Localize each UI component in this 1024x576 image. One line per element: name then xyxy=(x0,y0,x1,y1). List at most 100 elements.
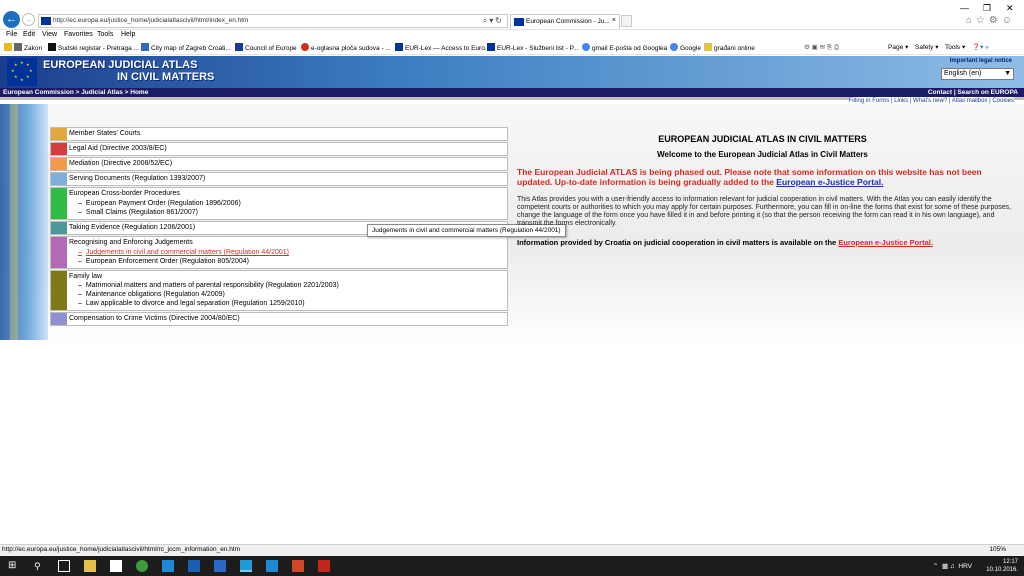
category-recognising-enforcing[interactable]: Recognising and Enforcing Judgements Jud… xyxy=(50,236,508,269)
safety-menu[interactable]: Safety ▾ xyxy=(915,43,939,51)
category-serving-documents[interactable]: Serving Documents (Regulation 1393/2007) xyxy=(50,172,508,186)
chrome-icon[interactable] xyxy=(136,560,148,572)
status-bar: http://ec.europa.eu/justice_home/judicia… xyxy=(0,544,1024,556)
category-title[interactable]: Compensation to Crime Victims (Directive… xyxy=(69,315,240,322)
menu-tools[interactable]: Tools xyxy=(97,31,113,38)
subcategory-divorce-law[interactable]: Law applicable to divorce and legal sepa… xyxy=(78,300,305,307)
favorite-city-map[interactable]: City map of Zagreb Croati... xyxy=(141,43,231,52)
favorite-google[interactable]: Google xyxy=(670,43,701,52)
home-favorites-settings-icons[interactable]: ⌂☆⚙☺ xyxy=(966,15,1016,26)
category-crime-victims[interactable]: Compensation to Crime Victims (Directive… xyxy=(50,312,508,326)
favorite-gradani-online[interactable]: građani online xyxy=(704,43,755,52)
forward-button[interactable]: → xyxy=(22,13,35,26)
welcome-subtitle: Welcome to the European Judicial Atlas i… xyxy=(657,150,868,159)
category-title[interactable]: Mediation (Directive 2008/52/EC) xyxy=(69,160,172,167)
favorite-council-of-europe[interactable]: Council of Europe xyxy=(235,43,297,52)
favorite-zakon[interactable]: Zakon xyxy=(4,43,42,52)
category-cross-border-procedures[interactable]: European Cross-border Procedures Europea… xyxy=(50,187,508,220)
menu-view[interactable]: View xyxy=(42,31,57,38)
word-icon[interactable] xyxy=(188,560,200,572)
category-title[interactable]: Taking Evidence (Regulation 1206/2001) xyxy=(69,224,195,231)
category-legal-aid[interactable]: Legal Aid (Directive 2003/8/EC) xyxy=(50,142,508,156)
internet-explorer-icon[interactable] xyxy=(240,560,252,572)
subcategory-maintenance[interactable]: Maintenance obligations (Regulation 4/20… xyxy=(78,291,225,298)
app-icon[interactable] xyxy=(214,560,226,572)
category-color-swatch xyxy=(51,143,67,155)
category-title[interactable]: Recognising and Enforcing Judgements xyxy=(69,239,193,246)
menu-file[interactable]: File xyxy=(6,31,17,38)
menu-favorites[interactable]: Favorites xyxy=(64,31,93,38)
page-title: EUROPEAN JUDICIAL ATLAS IN CIVIL MATTERS xyxy=(658,134,867,144)
subcategory-payment-order[interactable]: European Payment Order (Regulation 1896/… xyxy=(78,200,241,207)
favorite-gmail[interactable]: gmail E-pošta od Googlea xyxy=(582,43,667,52)
subcategory-judgements-link[interactable]: Judgements in civil and commercial matte… xyxy=(78,249,289,256)
windows-start-icon[interactable]: ⊞ xyxy=(8,560,20,572)
subcategory-matrimonial[interactable]: Matrimonial matters and matters of paren… xyxy=(78,282,339,289)
category-title[interactable]: Member States' Courts xyxy=(69,130,140,137)
app-icon[interactable] xyxy=(162,560,174,572)
category-title[interactable]: Family law xyxy=(69,273,102,280)
acrobat-icon[interactable] xyxy=(318,560,330,572)
category-family-law[interactable]: Family law Matrimonial matters and matte… xyxy=(50,270,508,311)
task-view-icon[interactable] xyxy=(58,560,70,572)
subcategory-enforcement-order[interactable]: European Enforcement Order (Regulation 8… xyxy=(78,258,249,265)
category-color-swatch xyxy=(51,313,67,325)
tools-menu[interactable]: Tools ▾ xyxy=(945,43,965,51)
category-title[interactable]: Legal Aid (Directive 2003/8/EC) xyxy=(69,145,167,152)
favorite-sudski-registar[interactable]: Sudski registar - Pretraga ... xyxy=(48,43,139,52)
registry-icon xyxy=(48,43,56,51)
category-title[interactable]: European Cross-border Procedures xyxy=(69,190,180,197)
breadcrumb[interactable]: European Commission > Judicial Atlas > H… xyxy=(3,89,148,96)
zoom-level[interactable]: 105% xyxy=(989,546,1006,553)
language-select[interactable]: English (en) ▼ xyxy=(941,68,1014,80)
favorite-eurlex-sluzbeni[interactable]: EUR-Lex - Službeni list - P... xyxy=(487,43,579,52)
new-tab-button[interactable] xyxy=(621,15,632,27)
google-icon xyxy=(582,43,590,51)
favorite-e-oglasna[interactable]: e-oglasna ploča sudova - ... xyxy=(301,43,391,52)
powerpoint-icon[interactable] xyxy=(292,560,304,572)
tray-language[interactable]: ⌃ ▩ ♫ HRV xyxy=(933,562,972,570)
menu-edit[interactable]: Edit xyxy=(23,31,35,38)
restore-icon[interactable]: ❐ xyxy=(983,3,991,14)
language-value: English (en) xyxy=(944,70,982,77)
store-icon[interactable] xyxy=(110,560,122,572)
close-window-icon[interactable]: ✕ xyxy=(1006,3,1014,14)
z-icon xyxy=(14,43,22,51)
help-icon[interactable]: ❓▾ » xyxy=(972,43,989,51)
address-bar[interactable]: http://ec.europa.eu/justice_home/judicia… xyxy=(38,14,508,28)
address-actions[interactable]: ⌕▾↻ xyxy=(483,16,504,26)
system-clock[interactable]: 12:17 10.10.2016. xyxy=(986,558,1018,574)
page-menu[interactable]: Page ▾ xyxy=(888,43,908,51)
subcategory-small-claims[interactable]: Small Claims (Regulation 861/2007) xyxy=(78,209,198,216)
category-mediation[interactable]: Mediation (Directive 2008/52/EC) xyxy=(50,157,508,171)
browser-tab[interactable]: European Commission - Ju... × xyxy=(510,14,620,29)
croatia-ejustice-link[interactable]: European e-Justice Portal. xyxy=(838,238,933,247)
ejustice-portal-link[interactable]: European e-Justice Portal. xyxy=(776,177,883,187)
chevron-down-icon: ▼ xyxy=(1004,70,1011,77)
tab-close-icon[interactable]: × xyxy=(612,17,616,24)
contact-search-links[interactable]: Contact | Search on EUROPA xyxy=(928,89,1018,96)
back-button[interactable]: ← xyxy=(3,11,20,28)
navigation-strip: European Commission > Judicial Atlas > H… xyxy=(0,88,1024,97)
address-url[interactable]: http://ec.europa.eu/justice_home/judicia… xyxy=(53,17,248,24)
category-title[interactable]: Serving Documents (Regulation 1393/2007) xyxy=(69,175,205,182)
menu-bar: File Edit View Favorites Tools Help xyxy=(0,30,1024,41)
favorite-eurlex-access[interactable]: EUR-Lex — Access to Euro... xyxy=(395,43,490,52)
tab-title: European Commission - Ju... xyxy=(526,18,610,25)
category-member-states-courts[interactable]: Member States' Courts xyxy=(50,127,508,141)
croatia-text: Information provided by Croatia on judic… xyxy=(517,238,837,247)
file-explorer-icon[interactable] xyxy=(84,560,96,572)
search-icon[interactable]: ⚲ xyxy=(34,560,46,572)
legal-notice-link[interactable]: Important legal notice xyxy=(950,58,1012,64)
about-text: This Atlas provides you with a user-frie… xyxy=(517,196,1012,227)
command-icons[interactable]: ⚙ ▣ ✉ ⎘ ⎙ xyxy=(804,43,839,52)
status-url: http://ec.europa.eu/justice_home/judicia… xyxy=(2,546,241,553)
favorites-bar: Zakon Sudski registar - Pretraga ... Cit… xyxy=(0,41,1024,55)
category-color-swatch xyxy=(51,271,67,310)
app-icon[interactable] xyxy=(266,560,278,572)
minimize-icon[interactable]: — xyxy=(960,3,969,13)
star-icon xyxy=(4,43,12,51)
chevron-up-icon[interactable]: ⌃ xyxy=(933,563,938,570)
menu-help[interactable]: Help xyxy=(121,31,135,38)
category-color-swatch xyxy=(51,128,67,140)
